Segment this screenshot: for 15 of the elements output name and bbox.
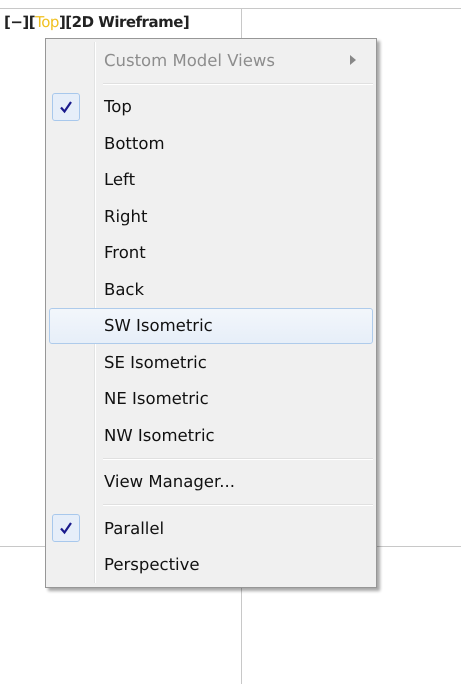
menu-item[interactable]: Left	[49, 162, 373, 198]
menu-item[interactable]: Top	[49, 88, 373, 125]
menu-item[interactable]: Bottom	[49, 125, 373, 162]
viewport-label[interactable]: [−][Top][2D Wireframe]	[4, 13, 190, 31]
menu-item[interactable]: SW Isometric	[49, 308, 373, 344]
menu-item[interactable]: Parallel	[49, 510, 373, 546]
menu-item[interactable]: Right	[49, 198, 373, 234]
menu-item[interactable]: SE Isometric	[49, 344, 373, 380]
menu-item[interactable]: Perspective	[49, 546, 373, 583]
menu-item[interactable]: Back	[49, 271, 373, 308]
menu-item[interactable]: NW Isometric	[49, 417, 373, 454]
menu-item[interactable]: NE Isometric	[49, 380, 373, 417]
menu-item[interactable]: Front	[49, 234, 373, 271]
menu-item[interactable]: View Manager...	[49, 464, 373, 500]
submenu-arrow-icon	[350, 55, 356, 66]
